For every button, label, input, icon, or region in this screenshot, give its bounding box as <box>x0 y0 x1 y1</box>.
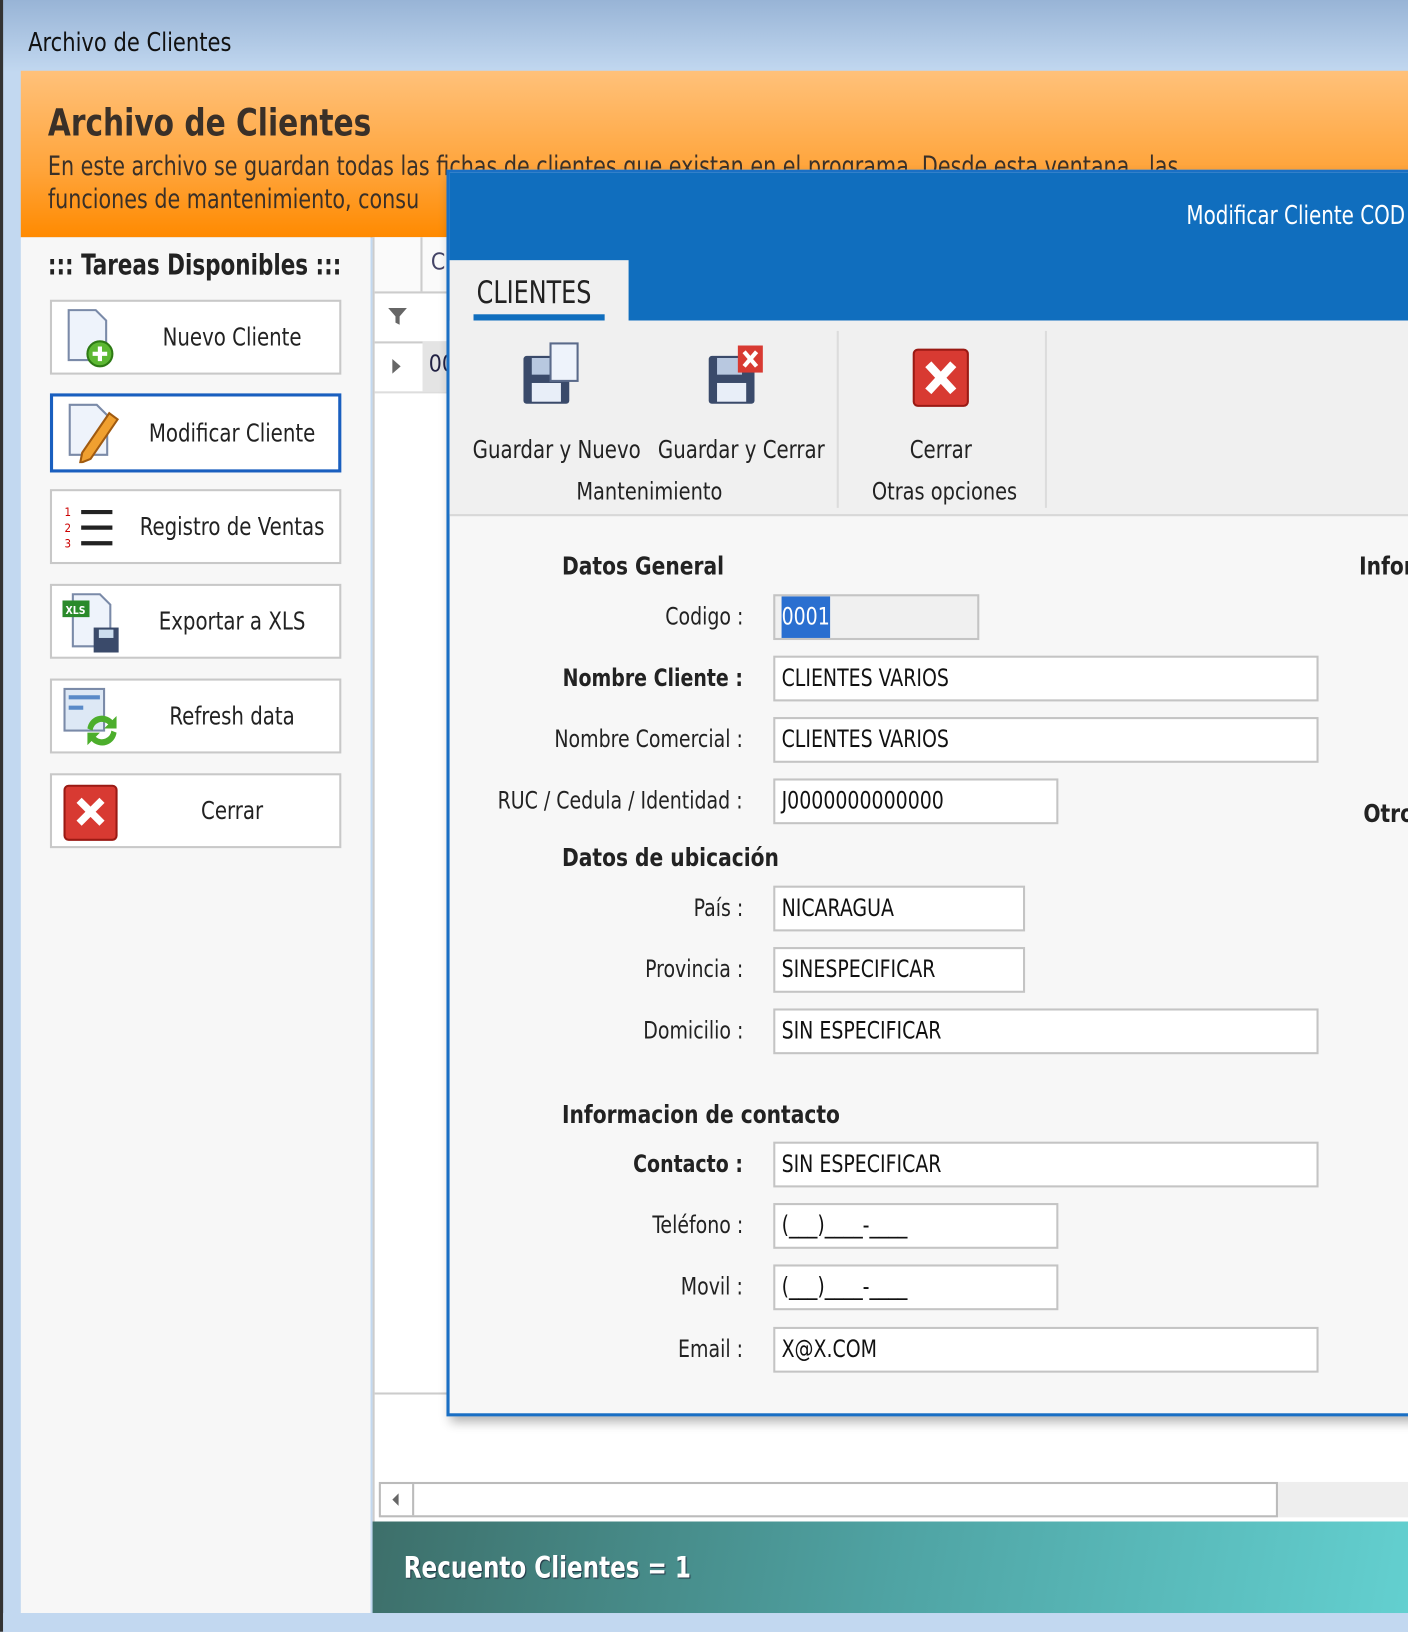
banner-title: Archivo de Clientes <box>47 101 372 145</box>
task-label: Registro de Ventas <box>139 512 325 542</box>
telefono-label: Teléfono : <box>652 1212 744 1240</box>
tab-label: CLIENTES <box>476 274 592 312</box>
grid-column-header[interactable]: C <box>431 250 445 276</box>
horizontal-scrollbar[interactable] <box>378 1481 1278 1518</box>
email-field[interactable]: X@X.COM <box>773 1326 1319 1373</box>
button-label: Cerrar <box>909 435 972 465</box>
nombre-comercial-label: Nombre Comercial : <box>554 726 744 754</box>
nombre-comercial-field[interactable]: CLIENTES VARIOS <box>773 717 1319 763</box>
domicilio-value: SIN ESPECIFICAR <box>781 1017 942 1045</box>
exportar-xls-button[interactable]: XLS Exportar a XLS <box>49 583 342 659</box>
guardar-cerrar-button[interactable]: Guardar y Cerrar <box>647 341 825 465</box>
close-icon <box>63 784 118 841</box>
contacto-label: Contacto : <box>633 1151 744 1179</box>
ribbon: Guardar y Nuevo Guardar y Cerrar Cerrar … <box>449 320 1408 517</box>
save-close-icon <box>708 345 763 404</box>
save-new-icon <box>523 342 579 404</box>
excel-export-icon: XLS <box>62 593 119 653</box>
section-datos-ubicacion: Datos de ubicación <box>561 842 779 873</box>
status-bar: Recuento Clientes = 1 <box>372 1521 1408 1614</box>
section-informacion-contacto: Informacion de contacto <box>561 1100 840 1130</box>
task-label: Exportar a XLS <box>158 606 306 636</box>
button-label: Guardar y Nuevo <box>472 435 641 465</box>
modificar-cliente-dialog: Modificar Cliente COD : CLIENTES Guardar… <box>446 169 1408 1417</box>
nombre-comercial-value: CLIENTES VARIOS <box>781 726 949 754</box>
guardar-nuevo-button[interactable]: Guardar y Nuevo <box>462 341 641 465</box>
movil-field[interactable]: (___)____-____ <box>773 1264 1059 1311</box>
section-info-partial: Infor <box>1359 551 1408 581</box>
nombre-cliente-field[interactable]: CLIENTES VARIOS <box>773 655 1319 702</box>
modificar-cliente-button[interactable]: Modificar Cliente <box>49 393 342 473</box>
nombre-cliente-label: Nombre Cliente : <box>562 665 744 693</box>
telefono-field[interactable]: (___)____-____ <box>773 1203 1059 1249</box>
codigo-label: Codigo : <box>664 603 744 631</box>
ruc-field[interactable]: J0000000000000 <box>773 778 1059 825</box>
section-other-partial: Otro <box>1363 799 1408 829</box>
telefono-value: (___)____-____ <box>781 1212 908 1240</box>
window-title: Archivo de Clientes <box>28 27 232 58</box>
provincia-value: SINESPECIFICAR <box>781 956 936 984</box>
ribbon-separator <box>1044 330 1047 508</box>
row-indicator-icon <box>392 359 401 374</box>
task-label: Refresh data <box>169 701 295 731</box>
email-label: Email : <box>678 1336 744 1364</box>
nuevo-cliente-button[interactable]: Nuevo Cliente <box>49 299 342 375</box>
nombre-cliente-value: CLIENTES VARIOS <box>781 665 949 693</box>
cerrar-task-button[interactable]: Cerrar <box>49 773 342 849</box>
codigo-field[interactable]: 0001 <box>773 594 980 641</box>
domicilio-label: Domicilio : <box>642 1017 744 1045</box>
scroll-left-button[interactable] <box>381 1484 415 1516</box>
provincia-field[interactable]: SINESPECIFICAR <box>773 947 1026 993</box>
svg-text:1: 1 <box>65 505 72 519</box>
pais-value: NICARAGUA <box>781 895 894 923</box>
close-icon <box>912 348 969 407</box>
task-label: Modificar Cliente <box>148 418 316 448</box>
svg-text:2: 2 <box>65 521 72 535</box>
task-label: Cerrar <box>201 796 264 826</box>
group-label-otras-opciones: Otras opciones <box>871 478 1018 506</box>
contacto-field[interactable]: SIN ESPECIFICAR <box>773 1141 1319 1188</box>
task-label: Nuevo Cliente <box>162 322 302 352</box>
ribbon-separator <box>836 330 839 508</box>
svg-text:XLS: XLS <box>66 605 86 617</box>
button-label: Guardar y Cerrar <box>657 435 825 465</box>
sidebar-heading: ::: Tareas Disponibles ::: <box>47 249 342 283</box>
pais-label: País : <box>693 895 744 923</box>
ruc-value: J0000000000000 <box>781 787 944 815</box>
domicilio-field[interactable]: SIN ESPECIFICAR <box>773 1008 1319 1055</box>
email-value: X@X.COM <box>781 1336 878 1364</box>
main-window: Archivo de Clientes Archivo de Clientes … <box>0 0 1408 1632</box>
svg-text:3: 3 <box>65 536 72 550</box>
movil-label: Movil : <box>680 1273 744 1301</box>
ruc-label: RUC / Cedula / Identidad : <box>498 787 744 815</box>
client-count: Recuento Clientes = 1 <box>403 1550 691 1585</box>
edit-document-icon <box>68 403 120 464</box>
filter-icon <box>388 308 407 325</box>
contacto-value: SIN ESPECIFICAR <box>781 1151 942 1179</box>
group-label-mantenimiento: Mantenimiento <box>576 478 723 506</box>
window-bottom-border <box>3 1613 1408 1632</box>
new-document-icon <box>67 309 114 368</box>
task-sidebar: ::: Tareas Disponibles ::: Nuevo Cliente… <box>20 237 371 1614</box>
cerrar-dialog-button[interactable]: Cerrar <box>878 341 1003 464</box>
section-datos-general: Datos General <box>561 551 725 581</box>
provincia-label: Provincia : <box>644 956 744 984</box>
codigo-value: 0001 <box>781 596 830 638</box>
numbered-list-icon: 1 23 <box>65 505 113 550</box>
tab-clientes[interactable]: CLIENTES <box>449 260 629 321</box>
registro-ventas-button[interactable]: 1 23 Registro de Ventas <box>49 489 342 565</box>
dialog-header: Modificar Cliente COD : CLIENTES <box>449 172 1408 321</box>
grid-corner <box>375 237 423 292</box>
refresh-icon <box>63 687 117 746</box>
chevron-left-icon <box>392 1493 399 1506</box>
dialog-title: Modificar Cliente COD : <box>1186 199 1408 230</box>
refresh-data-button[interactable]: Refresh data <box>49 678 342 754</box>
movil-value: (___)____-____ <box>781 1273 908 1301</box>
pais-field[interactable]: NICARAGUA <box>773 885 1026 932</box>
